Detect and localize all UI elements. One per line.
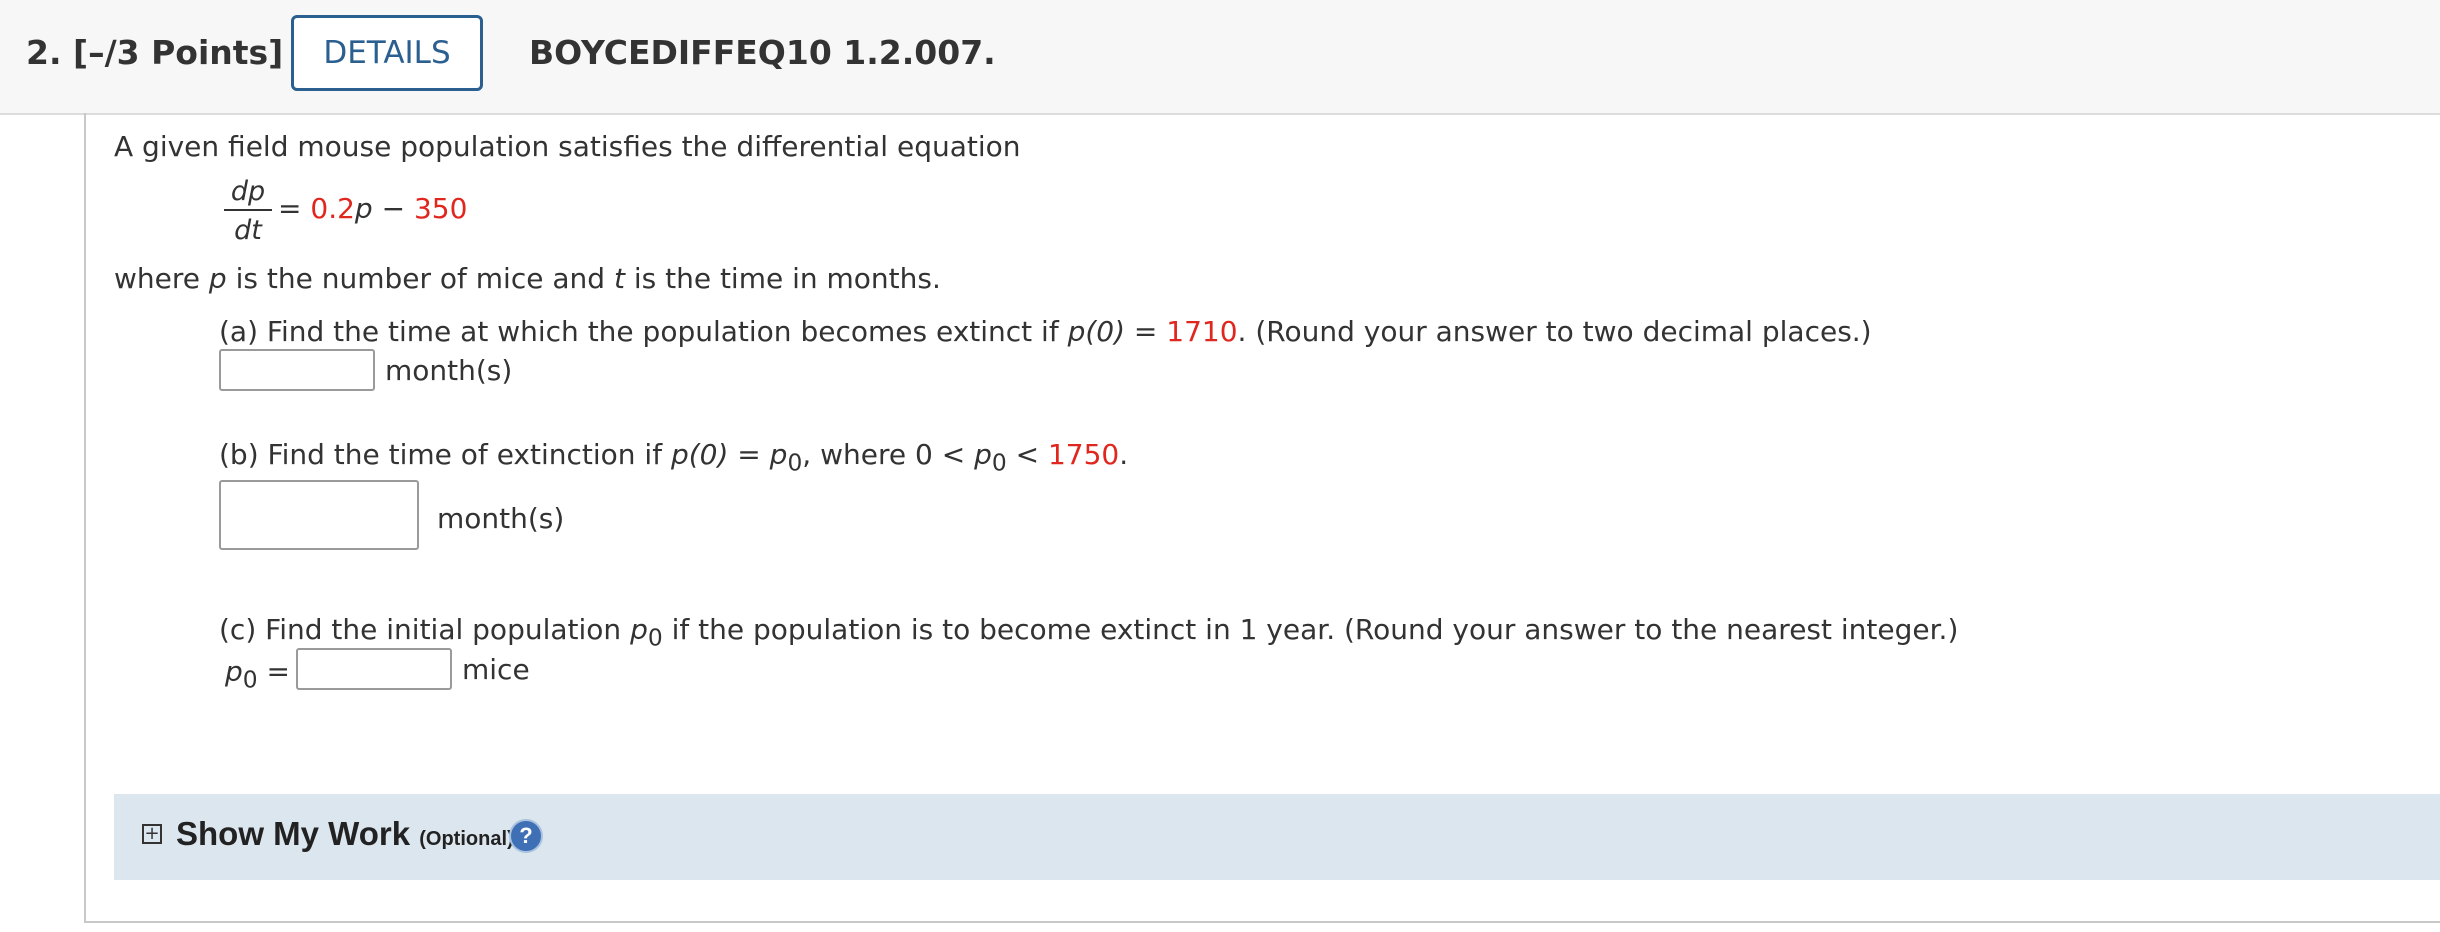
optional-label: (Optional): [419, 828, 514, 850]
variable-description: where p is the number of mice and t is t…: [114, 262, 941, 295]
part-a-value: 1710: [1166, 315, 1238, 348]
part-a-answer-input[interactable]: [219, 349, 375, 391]
part-b-value: 1750: [1047, 438, 1120, 471]
part-a-question: (a) Find the time at which the populatio…: [219, 315, 1872, 348]
part-b-p0-2: p: [974, 438, 992, 471]
part-b-eq: =: [728, 438, 770, 471]
show-my-work-label: Show My Work: [176, 815, 411, 852]
equation-constant: 350: [413, 192, 468, 225]
part-a-expr: p(0): [1067, 315, 1126, 348]
points-label: [–/3 Points]: [73, 33, 284, 72]
part-b-unit: month(s): [437, 502, 565, 535]
part-c-p0-sub: 0: [647, 623, 663, 652]
part-a-suffix: . (Round your answer to two decimal plac…: [1237, 315, 1872, 348]
part-b-p0-sub-2: 0: [991, 448, 1007, 477]
part-c-label-p0: p: [225, 655, 243, 688]
part-b-prefix: (b) Find the time of extinction if: [219, 438, 671, 471]
equation-equals: =: [278, 192, 302, 225]
part-b-mid: , where 0 <: [802, 438, 975, 471]
part-a-prefix: (a) Find the time at which the populatio…: [219, 315, 1068, 348]
part-c-unit: mice: [462, 653, 530, 686]
part-b-lt: <: [1006, 438, 1048, 471]
part-b-answer-input[interactable]: [219, 480, 419, 550]
show-my-work-toggle[interactable]: Show My Work (Optional): [176, 815, 514, 853]
where-text-1: where: [114, 262, 209, 295]
fraction-denominator: dt: [234, 215, 262, 246]
equation-coefficient: 0.2: [310, 192, 355, 225]
part-b-question: (b) Find the time of extinction if p(0) …: [219, 438, 1128, 477]
where-text-3: is the time in months.: [624, 262, 941, 295]
part-b-suffix: .: [1119, 438, 1129, 471]
part-b-p0-sub: 0: [787, 448, 803, 477]
part-c-p0: p: [630, 613, 648, 646]
part-c-question: (c) Find the initial population p0 if th…: [219, 613, 1958, 652]
question-number: 2.: [26, 33, 62, 72]
part-b-expr: p(0): [670, 438, 729, 471]
equation-rhs: = 0.2p − 350: [278, 192, 467, 225]
help-icon[interactable]: ?: [509, 819, 543, 853]
fraction-numerator: dp: [224, 176, 272, 211]
equation-minus: −: [381, 192, 406, 225]
part-a-unit: month(s): [385, 354, 513, 387]
part-c-answer-input[interactable]: [296, 648, 452, 690]
expand-plus-icon[interactable]: +: [142, 824, 162, 844]
derivative-fraction: dp dt: [224, 176, 272, 246]
equation-variable: p: [354, 192, 373, 225]
where-text-2: is the number of mice and: [226, 262, 614, 295]
question-header: 2. [–/3 Points] DETAILS BOYCEDIFFEQ10 1.…: [0, 0, 2440, 115]
problem-code: BOYCEDIFFEQ10 1.2.007.: [529, 33, 996, 72]
where-var-t: t: [613, 262, 625, 295]
part-c-answer-label: p0 =: [225, 655, 290, 694]
where-var-p: p: [208, 262, 227, 295]
part-b-p0: p: [769, 438, 788, 471]
details-button[interactable]: DETAILS: [291, 15, 483, 91]
question-points: 2. [–/3 Points]: [26, 33, 283, 72]
part-a-eq: =: [1125, 315, 1167, 348]
part-c-suffix: if the population is to become extinct i…: [662, 613, 1959, 646]
problem-intro: A given field mouse population satisfies…: [114, 130, 1021, 163]
part-c-prefix: (c) Find the initial population: [219, 613, 631, 646]
part-c-label-eq: =: [257, 655, 290, 688]
part-c-label-sub: 0: [242, 665, 258, 694]
